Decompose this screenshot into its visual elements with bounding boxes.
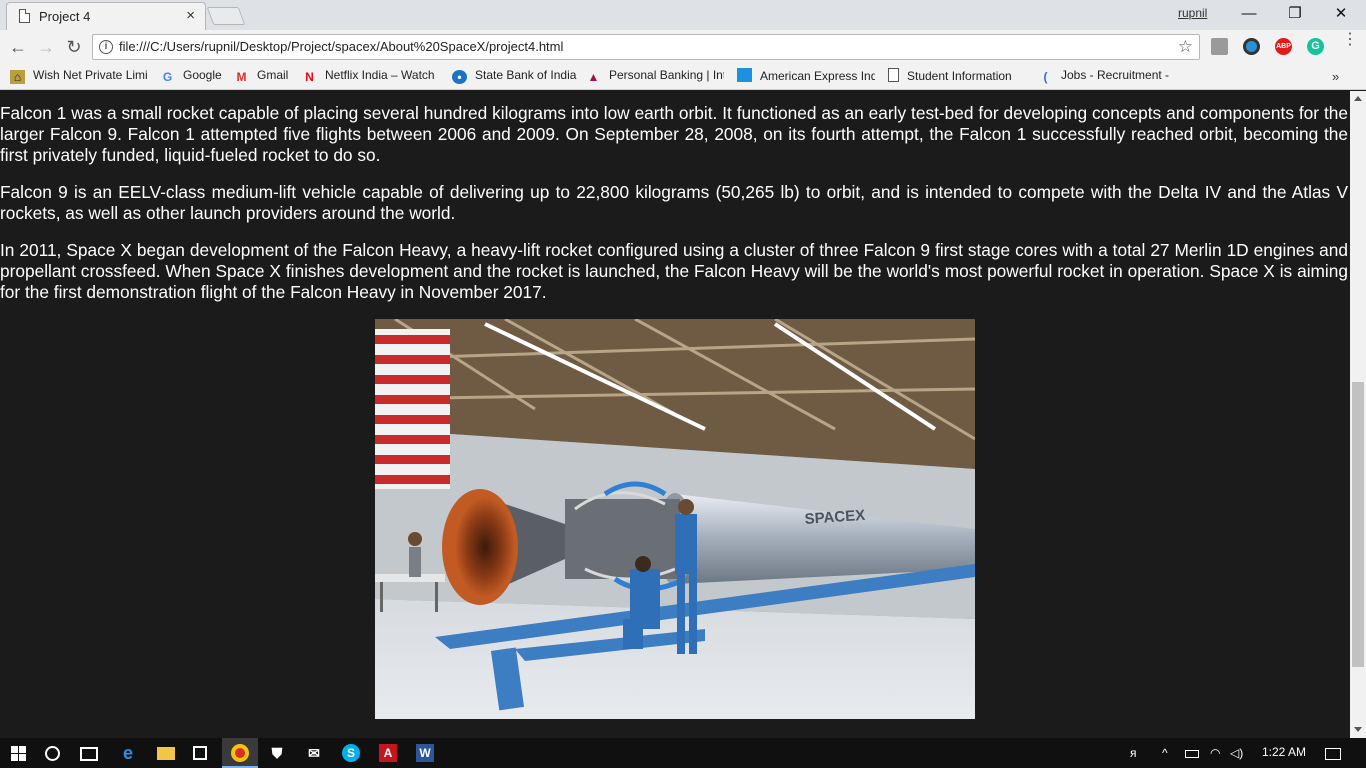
tab-title: Project 4	[39, 9, 91, 24]
netflix-icon: N	[305, 70, 314, 84]
bookmarks-bar: ⌂ Wish Net Private Limi G Google M Gmail NN…	[0, 64, 1366, 90]
page-scrollbar[interactable]	[1350, 91, 1366, 738]
wishnet-icon: ⌂	[10, 70, 25, 84]
browser-toolbar: ← → ↻ i file:///C:/Users/rupnil/Desktop/…	[0, 30, 1366, 64]
tab-close-icon[interactable]: ×	[186, 7, 195, 24]
page-icon	[888, 68, 899, 82]
bookmark-google[interactable]: G Google	[160, 68, 226, 86]
windows-taskbar: e ⛊ ✉ S A W ᴙ ^ ◠ ◁) 1:22 AM	[0, 738, 1366, 768]
site-info-icon[interactable]: i	[99, 40, 113, 54]
bookmark-student-info[interactable]: Student Information	[888, 68, 1024, 86]
chrome-icon	[231, 744, 249, 762]
acrobat-icon[interactable]: A	[379, 744, 397, 762]
defender-shield-icon[interactable]: ⛊	[268, 744, 286, 762]
back-button[interactable]: ←	[6, 35, 30, 59]
extension-eye-icon[interactable]	[1243, 38, 1260, 55]
chrome-menu-icon[interactable]: ⋮	[1342, 32, 1358, 48]
search-circle-icon[interactable]	[45, 746, 60, 761]
bookmarks-overflow-button[interactable]: »	[1332, 69, 1339, 84]
url-text[interactable]: file:///C:/Users/rupnil/Desktop/Project/…	[119, 39, 563, 54]
axis-icon: ▲	[587, 70, 600, 84]
forward-button[interactable]: →	[34, 35, 58, 59]
people-icon[interactable]: ᴙ	[1130, 746, 1137, 760]
bookmark-sbi[interactable]: • State Bank of India	[452, 68, 578, 86]
edge-icon[interactable]: e	[119, 744, 137, 762]
rocket-factory-image: SPACEX	[375, 319, 975, 719]
tab-project4[interactable]: Project 4 ×	[6, 2, 206, 30]
close-window-button[interactable]: ✕	[1318, 0, 1364, 28]
bookmark-gmail[interactable]: M Gmail	[234, 68, 294, 86]
scroll-up-arrow-icon[interactable]	[1354, 96, 1362, 101]
falcon9-paragraph: Falcon 9 is an EELV-class medium-lift ve…	[0, 182, 1348, 223]
start-windows-icon[interactable]	[11, 746, 26, 761]
falcon1-paragraph: Falcon 1 was a small rocket capable of p…	[0, 103, 1348, 165]
page-content: Falcon 1 was a small rocket capable of p…	[0, 91, 1350, 738]
sbi-icon: •	[452, 70, 467, 84]
file-explorer-icon[interactable]	[157, 747, 175, 760]
reload-button[interactable]: ↻	[62, 35, 86, 59]
action-center-icon[interactable]	[1325, 748, 1341, 760]
taskbar-clock[interactable]: 1:22 AM	[1262, 745, 1306, 759]
grammarly-icon[interactable]: G	[1307, 38, 1324, 55]
scroll-down-arrow-icon[interactable]	[1354, 727, 1362, 732]
falcon-heavy-paragraph: In 2011, Space X began development of th…	[0, 240, 1348, 302]
profile-button[interactable]: rupnil	[1178, 6, 1207, 20]
adblock-icon[interactable]: ABP	[1275, 38, 1292, 55]
skype-icon[interactable]: S	[342, 744, 360, 762]
bookmark-amex[interactable]: American Express Ind	[737, 68, 875, 86]
chrome-taskbar-button[interactable]	[222, 738, 258, 768]
rocket-factory-illustration: SPACEX	[375, 319, 975, 719]
mail-icon[interactable]: ✉	[305, 744, 323, 762]
new-tab-button[interactable]	[206, 7, 246, 25]
bookmark-axis[interactable]: ▲ Personal Banking | Int	[586, 68, 724, 86]
store-icon[interactable]	[193, 746, 207, 760]
address-bar[interactable]: i file:///C:/Users/rupnil/Desktop/Projec…	[92, 34, 1200, 60]
gmail-icon: M	[236, 70, 247, 84]
bookmark-wishnet[interactable]: ⌂ Wish Net Private Limi	[10, 68, 148, 86]
google-icon: G	[162, 70, 173, 84]
bookmark-jobs[interactable]: (Jobs - Recruitment -	[1038, 68, 1178, 86]
restore-button[interactable]: ❐	[1272, 0, 1318, 28]
jobs-icon: (	[1043, 70, 1048, 84]
tray-chevron-icon[interactable]: ^	[1162, 746, 1168, 760]
task-view-icon[interactable]	[80, 747, 98, 761]
minimize-button[interactable]: —	[1226, 0, 1272, 28]
extension-icon[interactable]	[1211, 38, 1228, 55]
tab-strip: Project 4 × rupnil — ❐ ✕	[0, 0, 1366, 30]
page-icon	[19, 9, 30, 23]
volume-icon[interactable]: ◁)	[1230, 746, 1243, 760]
wifi-icon[interactable]: ◠	[1210, 746, 1220, 760]
scrollbar-thumb[interactable]	[1352, 382, 1364, 667]
bookmark-star-icon[interactable]: ☆	[1178, 37, 1193, 57]
bookmark-netflix[interactable]: N Netflix India – Watch	[302, 68, 438, 86]
battery-icon[interactable]	[1185, 750, 1199, 758]
amex-icon	[737, 68, 752, 82]
word-icon[interactable]: W	[416, 744, 434, 762]
